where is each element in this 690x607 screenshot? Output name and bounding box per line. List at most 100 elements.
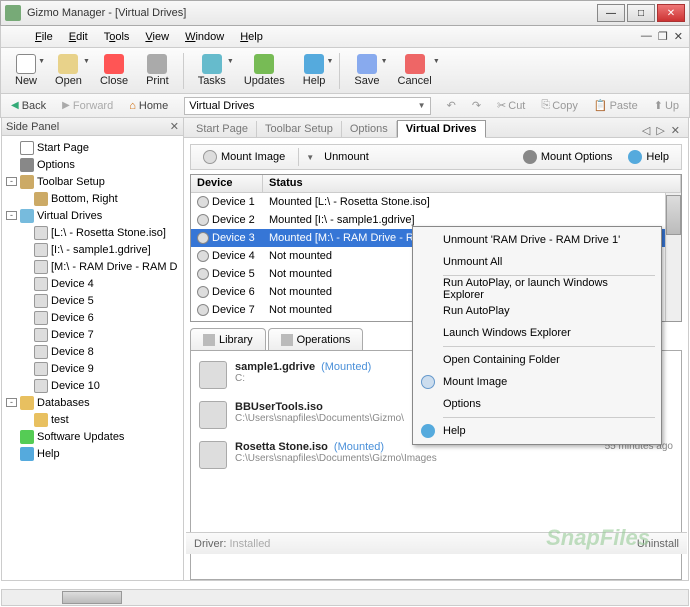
tab-prev-icon[interactable]: ◁ — [642, 124, 650, 137]
tree-drive-1[interactable]: [L:\ - Rosetta Stone.iso] — [4, 224, 181, 241]
collapse-icon[interactable]: - — [6, 177, 17, 186]
close-button[interactable]: ✕ — [657, 4, 685, 22]
disc-icon — [34, 379, 48, 393]
maximize-button[interactable]: □ — [627, 4, 655, 22]
scrollbar-thumb[interactable] — [666, 195, 681, 235]
mount-toolbar: Mount Image ▼ Unmount Mount Options Help — [190, 144, 682, 170]
help-icon — [304, 54, 324, 74]
tab-next-icon[interactable]: ▷ — [656, 124, 664, 137]
tree-options[interactable]: Options — [4, 156, 181, 173]
ctx-unmount-all[interactable]: Unmount All — [415, 251, 659, 273]
cancel-button[interactable]: Cancel▼ — [390, 52, 440, 89]
tab-toolbar-setup[interactable]: Toolbar Setup — [257, 121, 342, 137]
collapse-icon[interactable]: - — [6, 211, 17, 220]
tree-drive-8[interactable]: Device 8 — [4, 343, 181, 360]
cut-button[interactable]: ✂ Cut — [491, 97, 531, 114]
collapse-icon[interactable]: - — [6, 398, 17, 407]
disc-icon — [197, 304, 209, 316]
menu-help[interactable]: Help — [232, 29, 271, 45]
new-button[interactable]: New▼ — [7, 52, 45, 89]
ctx-options[interactable]: Options — [415, 393, 659, 415]
chevron-down-icon[interactable]: ▼ — [418, 101, 426, 110]
tab-virtual-drives[interactable]: Virtual Drives — [397, 120, 486, 138]
paste-button[interactable]: 📋 Paste — [588, 97, 644, 114]
ctx-unmount[interactable]: Unmount 'RAM Drive - RAM Drive 1' — [415, 229, 659, 251]
scrollbar-thumb[interactable] — [62, 591, 122, 604]
tab-start-page[interactable]: Start Page — [188, 121, 257, 137]
table-scrollbar[interactable] — [665, 193, 681, 321]
tree-db-test[interactable]: test — [4, 411, 181, 428]
library-icon — [203, 334, 215, 346]
menu-view[interactable]: View — [137, 29, 177, 45]
tree-drive-2[interactable]: [I:\ - sample1.gdrive] — [4, 241, 181, 258]
driver-value: Installed — [229, 538, 270, 550]
mount-image-button[interactable]: Mount Image — [197, 148, 291, 166]
tree-drive-4[interactable]: Device 4 — [4, 275, 181, 292]
uninstall-link[interactable]: Uninstall — [637, 538, 679, 550]
open-button[interactable]: Open▼ — [47, 52, 90, 89]
minimize-button[interactable]: — — [597, 4, 625, 22]
tree-bottom-right[interactable]: Bottom, Right — [4, 190, 181, 207]
menu-file[interactable]: File — [27, 29, 61, 45]
ctx-run-autoplay[interactable]: Run AutoPlay — [415, 300, 659, 322]
forward-button[interactable]: ▶Forward — [56, 98, 119, 114]
tab-options[interactable]: Options — [342, 121, 397, 137]
app-menu-icon[interactable] — [7, 30, 21, 44]
col-device[interactable]: Device — [191, 175, 263, 192]
horizontal-scrollbar[interactable] — [1, 589, 689, 606]
close-button-tb[interactable]: Close — [92, 52, 136, 89]
redo-button[interactable]: ↷ — [466, 97, 487, 114]
tab-close-icon[interactable]: ✕ — [671, 124, 680, 137]
home-button[interactable]: ⌂Home — [123, 98, 174, 114]
mount-options-button[interactable]: Mount Options — [517, 148, 619, 166]
tree-help[interactable]: Help — [4, 445, 181, 462]
updates-button[interactable]: Updates — [236, 52, 293, 89]
ctx-open-folder[interactable]: Open Containing Folder — [415, 349, 659, 371]
tree-software-updates[interactable]: Software Updates — [4, 428, 181, 445]
side-panel-title: Side Panel — [6, 121, 59, 133]
ctx-autoplay-or-explorer[interactable]: Run AutoPlay, or launch Windows Explorer — [415, 278, 659, 300]
undo-button[interactable]: ↶ — [441, 97, 462, 114]
disc-icon — [34, 362, 48, 376]
menu-window[interactable]: Window — [177, 29, 232, 45]
tree-drive-3[interactable]: [M:\ - RAM Drive - RAM D — [4, 258, 181, 275]
ctx-launch-explorer[interactable]: Launch Windows Explorer — [415, 322, 659, 344]
tree-drive-7[interactable]: Device 7 — [4, 326, 181, 343]
back-button[interactable]: ◀Back — [5, 98, 52, 114]
mount-dropdown-icon[interactable]: ▼ — [306, 153, 314, 162]
tasks-button[interactable]: Tasks▼ — [190, 52, 234, 89]
save-button[interactable]: Save▼ — [346, 52, 387, 89]
tab-operations[interactable]: Operations — [268, 328, 364, 350]
tab-library[interactable]: Library — [190, 328, 266, 350]
copy-button[interactable]: ⎘ Copy — [535, 97, 584, 114]
help-button-tb[interactable]: Help▼ — [295, 52, 334, 89]
address-bar[interactable]: Virtual Drives▼ — [184, 97, 430, 115]
mdi-minimize-icon[interactable]: — — [641, 30, 652, 43]
col-status[interactable]: Status — [263, 175, 681, 192]
file-icon — [199, 401, 227, 429]
menu-edit[interactable]: Edit — [61, 29, 96, 45]
disc-icon — [34, 311, 48, 325]
ctx-mount-image[interactable]: Mount Image — [415, 371, 659, 393]
tree-drive-10[interactable]: Device 10 — [4, 377, 181, 394]
unmount-button[interactable]: Unmount — [318, 149, 375, 165]
side-panel-close-icon[interactable]: ✕ — [170, 120, 179, 133]
print-button[interactable]: Print — [138, 52, 177, 89]
mdi-close-icon[interactable]: ✕ — [674, 30, 683, 43]
tree-databases[interactable]: -Databases — [4, 394, 181, 411]
mdi-restore-icon[interactable]: ❐ — [658, 30, 668, 43]
tree-drive-6[interactable]: Device 6 — [4, 309, 181, 326]
disc-icon — [197, 268, 209, 280]
ctx-help[interactable]: Help — [415, 420, 659, 442]
tree-drive-9[interactable]: Device 9 — [4, 360, 181, 377]
table-row[interactable]: Device 1Mounted [L:\ - Rosetta Stone.iso… — [191, 193, 681, 211]
tree-drive-5[interactable]: Device 5 — [4, 292, 181, 309]
up-button[interactable]: ⬆ Up — [648, 97, 685, 114]
tree-start-page[interactable]: Start Page — [4, 139, 181, 156]
menu-tools[interactable]: Tools — [96, 29, 138, 45]
tabstrip: Start Page Toolbar Setup Options Virtual… — [184, 118, 688, 138]
tree-toolbar-setup[interactable]: -Toolbar Setup — [4, 173, 181, 190]
database-icon — [20, 396, 34, 410]
help-button[interactable]: Help — [622, 148, 675, 166]
tree-virtual-drives[interactable]: -Virtual Drives — [4, 207, 181, 224]
